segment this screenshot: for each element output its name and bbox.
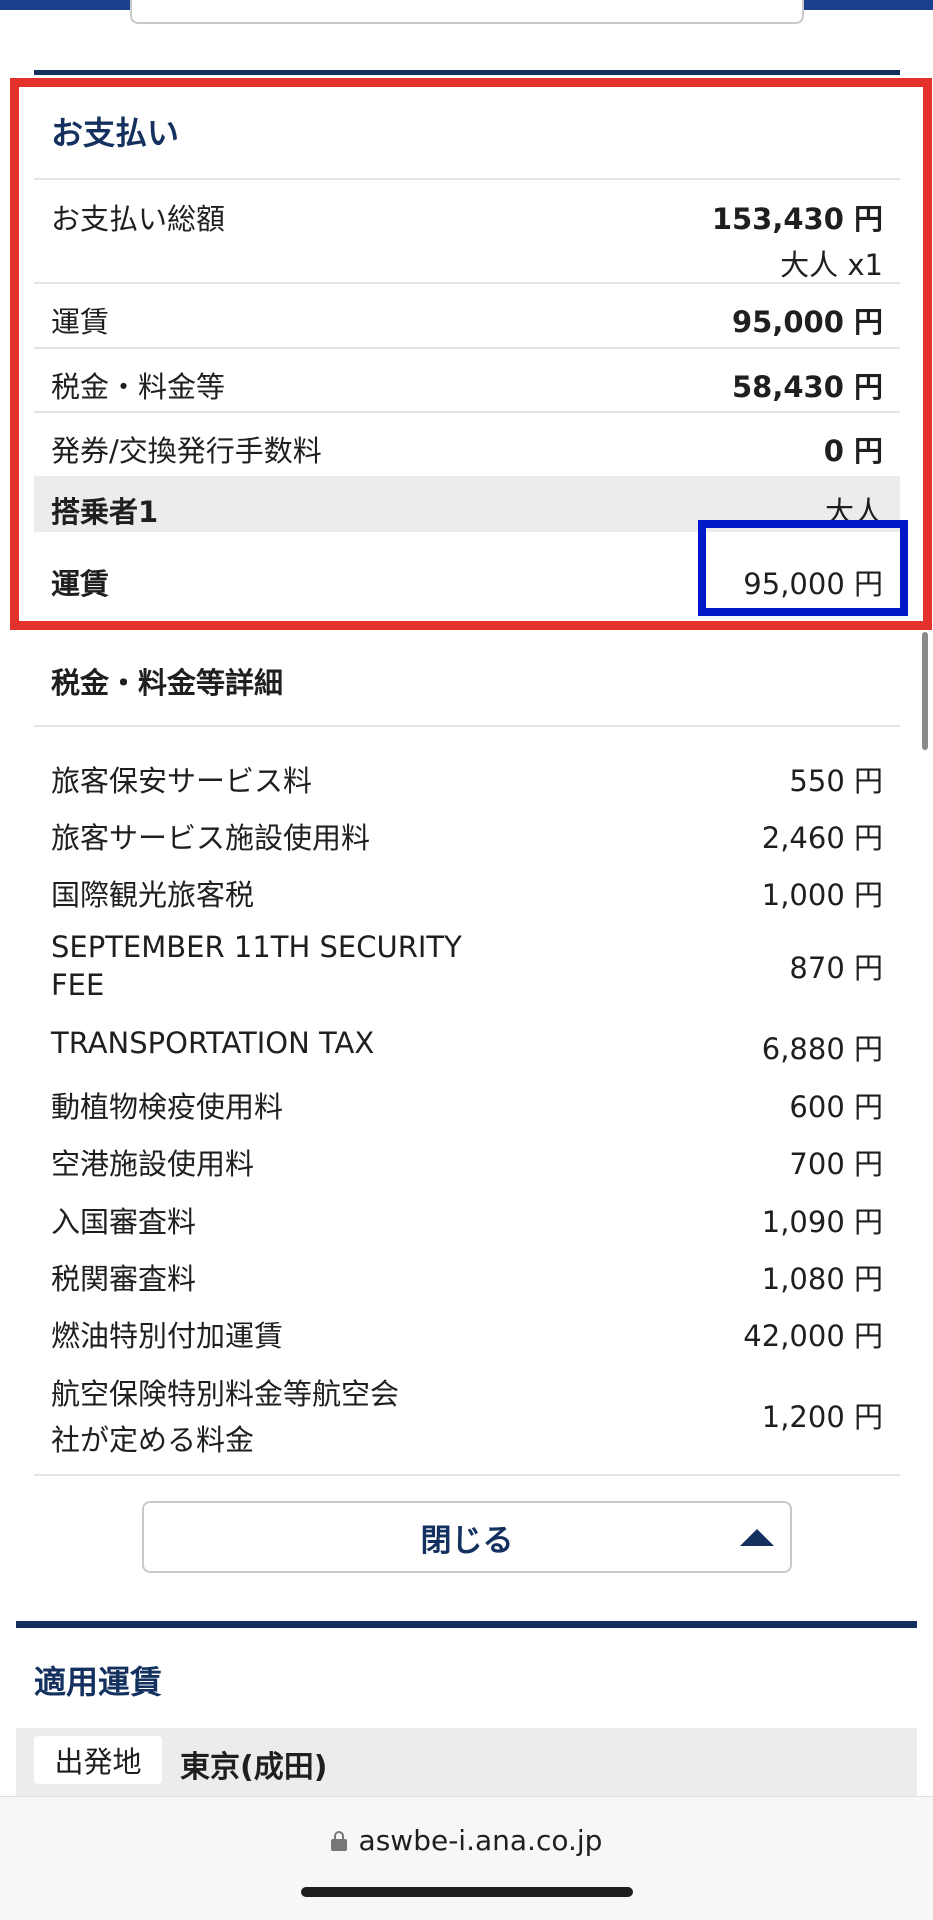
tax-item-value: 600 円 — [789, 1090, 883, 1124]
tax-item: 航空保険特別料金等航空会 社が定める料金 1,200 円 — [34, 1371, 900, 1459]
tax-item-label: TRANSPORTATION TAX — [51, 1026, 375, 1060]
applied-fare-divider — [16, 1621, 917, 1628]
tax-item-label: 税関審査料 — [51, 1262, 197, 1296]
payment-total-row: お支払い総額 153,430 円 大人 x1 — [34, 196, 900, 284]
tax-item: 入国審査料 1,090 円 — [34, 1199, 900, 1241]
passenger-count: 大人 x1 — [780, 248, 883, 282]
tax-item-label: 国際観光旅客税 — [51, 878, 255, 912]
divider — [34, 725, 900, 727]
previous-button-stub[interactable] — [130, 0, 804, 24]
tax-item: TRANSPORTATION TAX 6,880 円 — [34, 1026, 900, 1068]
scrollbar[interactable] — [922, 632, 928, 750]
tax-item: 動植物検疫使用料 600 円 — [34, 1084, 900, 1126]
tax-item: SEPTEMBER 11TH SECURITY FEE 870 円 — [34, 930, 900, 1002]
tax-item-label: 動植物検疫使用料 — [51, 1090, 284, 1124]
triangle-up-icon — [740, 1529, 774, 1546]
payment-title: お支払い — [51, 114, 180, 152]
taxes-row: 税金・料金等 58,430 円 — [34, 364, 900, 406]
address-bar[interactable]: aswbe-i.ana.co.jp — [0, 1824, 933, 1857]
passenger-type: 大人 — [824, 495, 883, 529]
tax-item-value: 1,000 円 — [761, 878, 883, 912]
tax-item: 旅客保安サービス料 550 円 — [34, 758, 900, 800]
tax-item-label: 旅客保安サービス料 — [51, 764, 313, 798]
divider — [34, 347, 900, 349]
tax-item: 旅客サービス施設使用料 2,460 円 — [34, 815, 900, 857]
tax-item-value: 1,080 円 — [761, 1262, 883, 1296]
tax-item-value: 870 円 — [789, 951, 883, 985]
divider — [34, 282, 900, 284]
taxes-label: 税金・料金等 — [51, 370, 226, 404]
tax-item: 空港施設使用料 700 円 — [34, 1141, 900, 1183]
tax-item-label: 入国審査料 — [51, 1205, 197, 1239]
lock-icon — [330, 1830, 347, 1851]
tax-item-label: 燃油特別付加運賃 — [51, 1319, 284, 1353]
tax-item-value: 550 円 — [789, 764, 883, 798]
tax-item-label: 空港施設使用料 — [51, 1147, 255, 1181]
browser-bottom-bar — [0, 1796, 933, 1920]
tax-item-value: 1,200 円 — [761, 1400, 883, 1434]
passenger-fare-row: 運賃 95,000 円 — [34, 561, 900, 603]
fare-row: 運賃 95,000 円 — [34, 299, 900, 341]
passenger-label: 搭乗者1 — [51, 495, 159, 529]
tax-item-label: 旅客サービス施設使用料 — [51, 821, 371, 855]
taxes-value: 58,430 円 — [731, 370, 883, 404]
tax-item-value: 1,090 円 — [761, 1205, 883, 1239]
tax-details-header: 税金・料金等詳細 — [34, 660, 900, 702]
tax-item-label: 航空保険特別料金等航空会 — [51, 1377, 400, 1411]
issue-fee-value: 0 円 — [823, 434, 883, 468]
close-button-label: 閉じる — [420, 1522, 514, 1559]
tax-item-value: 700 円 — [789, 1147, 883, 1181]
issue-fee-label: 発券/交換発行手数料 — [51, 434, 322, 468]
fare-label: 運賃 — [51, 305, 110, 339]
payment-total-label: お支払い総額 — [51, 202, 226, 236]
tax-item-value: 2,460 円 — [761, 821, 883, 855]
close-button[interactable]: 閉じる — [142, 1501, 792, 1573]
divider — [34, 411, 900, 413]
tax-item: 燃油特別付加運賃 42,000 円 — [34, 1313, 900, 1355]
origin-label: 出発地 — [34, 1736, 162, 1784]
tax-item-value: 42,000 円 — [743, 1319, 883, 1353]
tax-item-label-line2: 社が定める料金 — [51, 1423, 255, 1457]
home-indicator[interactable] — [301, 1887, 633, 1897]
payment-highlight-box — [10, 78, 932, 630]
tax-item: 税関審査料 1,080 円 — [34, 1256, 900, 1298]
passenger-row: 搭乗者1 大人 — [34, 489, 900, 531]
issue-fee-row: 発券/交換発行手数料 0 円 — [34, 428, 900, 470]
passenger-fare-value: 95,000 円 — [743, 567, 883, 601]
fare-value: 95,000 円 — [731, 305, 883, 339]
divider — [34, 1474, 900, 1476]
tax-item-label: SEPTEMBER 11TH SECURITY — [51, 930, 462, 964]
tax-details-title: 税金・料金等詳細 — [51, 666, 284, 700]
origin-value: 東京(成田) — [180, 1750, 328, 1785]
tax-item: 国際観光旅客税 1,000 円 — [34, 872, 900, 914]
payment-section-divider — [34, 70, 900, 75]
applied-fare-title: 適用運賃 — [34, 1663, 163, 1701]
passenger-fare-label: 運賃 — [51, 567, 110, 601]
tax-item-label-line2: FEE — [51, 968, 105, 1002]
url-text: aswbe-i.ana.co.jp — [358, 1824, 603, 1857]
divider — [34, 178, 900, 180]
payment-total-value: 153,430 円 — [711, 202, 883, 236]
tax-item-value: 6,880 円 — [761, 1032, 883, 1066]
